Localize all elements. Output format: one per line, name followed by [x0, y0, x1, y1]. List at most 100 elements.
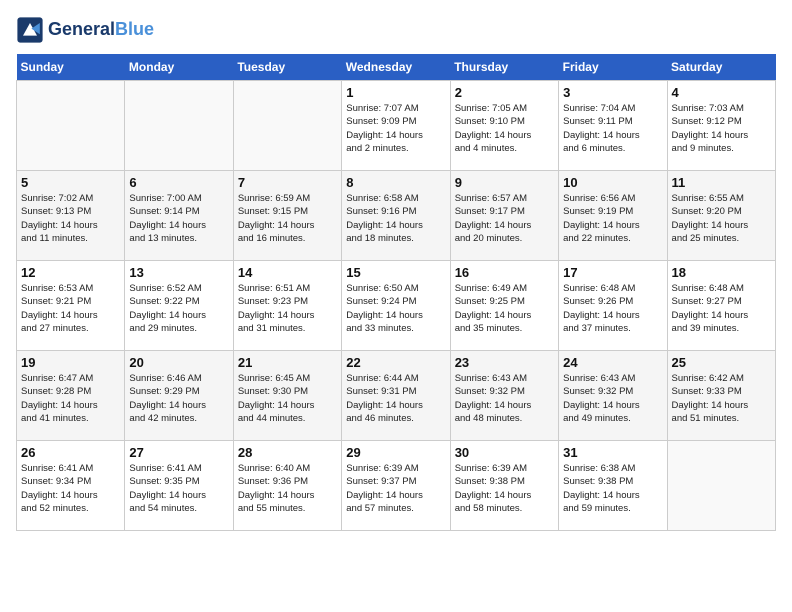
day-info: Sunrise: 6:42 AM Sunset: 9:33 PM Dayligh… — [672, 372, 771, 425]
day-header-thursday: Thursday — [450, 54, 558, 81]
day-info: Sunrise: 6:39 AM Sunset: 9:37 PM Dayligh… — [346, 462, 445, 515]
calendar-cell — [125, 81, 233, 171]
day-info: Sunrise: 6:56 AM Sunset: 9:19 PM Dayligh… — [563, 192, 662, 245]
day-number: 14 — [238, 265, 337, 280]
day-info: Sunrise: 6:39 AM Sunset: 9:38 PM Dayligh… — [455, 462, 554, 515]
day-number: 15 — [346, 265, 445, 280]
logo: GeneralBlue — [16, 16, 154, 44]
calendar-cell: 4 Sunrise: 7:03 AM Sunset: 9:12 PM Daylig… — [667, 81, 775, 171]
day-number: 8 — [346, 175, 445, 190]
calendar-cell: 9 Sunrise: 6:57 AM Sunset: 9:17 PM Daylig… — [450, 171, 558, 261]
day-info: Sunrise: 6:52 AM Sunset: 9:22 PM Dayligh… — [129, 282, 228, 335]
day-number: 2 — [455, 85, 554, 100]
day-number: 30 — [455, 445, 554, 460]
calendar-cell: 22Sunrise: 6:44 AM Sunset: 9:31 PM Dayli… — [342, 351, 450, 441]
day-header-sunday: Sunday — [17, 54, 125, 81]
calendar-cell — [233, 81, 341, 171]
day-number: 25 — [672, 355, 771, 370]
calendar-cell: 23 Sunrise: 6:43 AM Sunset: 9:32 PM Dayli… — [450, 351, 558, 441]
day-number: 6 — [129, 175, 228, 190]
calendar-cell: 8 Sunrise: 6:58 AM Sunset: 9:16 PM Daylig… — [342, 171, 450, 261]
calendar-week-2: 5 Sunrise: 7:02 AM Sunset: 9:13 PM Daylig… — [17, 171, 776, 261]
day-info: Sunrise: 6:41 AM Sunset: 9:35 PM Dayligh… — [129, 462, 228, 515]
calendar-cell: 10Sunrise: 6:56 AM Sunset: 9:19 PM Dayli… — [559, 171, 667, 261]
day-header-tuesday: Tuesday — [233, 54, 341, 81]
calendar-cell — [17, 81, 125, 171]
calendar-cell: 30 Sunrise: 6:39 AM Sunset: 9:38 PM Dayli… — [450, 441, 558, 531]
logo-icon — [16, 16, 44, 44]
calendar-cell: 27 Sunrise: 6:41 AM Sunset: 9:35 PM Dayli… — [125, 441, 233, 531]
day-info: Sunrise: 6:40 AM Sunset: 9:36 PM Dayligh… — [238, 462, 337, 515]
calendar-cell: 1Sunrise: 7:07 AM Sunset: 9:09 PM Daylig… — [342, 81, 450, 171]
calendar-cell: 11 Sunrise: 6:55 AM Sunset: 9:20 PM Dayli… — [667, 171, 775, 261]
day-number: 7 — [238, 175, 337, 190]
calendar-cell: 13 Sunrise: 6:52 AM Sunset: 9:22 PM Dayli… — [125, 261, 233, 351]
day-info: Sunrise: 6:49 AM Sunset: 9:25 PM Dayligh… — [455, 282, 554, 335]
day-number: 5 — [21, 175, 120, 190]
day-number: 31 — [563, 445, 662, 460]
calendar-cell: 15 Sunrise: 6:50 AM Sunset: 9:24 PM Dayli… — [342, 261, 450, 351]
day-info: Sunrise: 6:59 AM Sunset: 9:15 PM Dayligh… — [238, 192, 337, 245]
day-info: Sunrise: 6:48 AM Sunset: 9:26 PM Dayligh… — [563, 282, 662, 335]
day-header-saturday: Saturday — [667, 54, 775, 81]
day-info: Sunrise: 7:02 AM Sunset: 9:13 PM Dayligh… — [21, 192, 120, 245]
calendar-week-4: 19 Sunrise: 6:47 AM Sunset: 9:28 PM Dayli… — [17, 351, 776, 441]
day-number: 27 — [129, 445, 228, 460]
day-info: Sunrise: 6:51 AM Sunset: 9:23 PM Dayligh… — [238, 282, 337, 335]
day-info: Sunrise: 6:48 AM Sunset: 9:27 PM Dayligh… — [672, 282, 771, 335]
calendar-cell: 24Sunrise: 6:43 AM Sunset: 9:32 PM Dayli… — [559, 351, 667, 441]
calendar-cell: 31 Sunrise: 6:38 AM Sunset: 9:38 PM Dayli… — [559, 441, 667, 531]
day-info: Sunrise: 6:58 AM Sunset: 9:16 PM Dayligh… — [346, 192, 445, 245]
day-info: Sunrise: 6:38 AM Sunset: 9:38 PM Dayligh… — [563, 462, 662, 515]
day-number: 28 — [238, 445, 337, 460]
day-info: Sunrise: 6:57 AM Sunset: 9:17 PM Dayligh… — [455, 192, 554, 245]
calendar-week-1: 1Sunrise: 7:07 AM Sunset: 9:09 PM Daylig… — [17, 81, 776, 171]
calendar-cell: 6Sunrise: 7:00 AM Sunset: 9:14 PM Daylig… — [125, 171, 233, 261]
calendar-cell: 7 Sunrise: 6:59 AM Sunset: 9:15 PM Daylig… — [233, 171, 341, 261]
logo-text: GeneralBlue — [48, 20, 154, 40]
day-header-monday: Monday — [125, 54, 233, 81]
calendar-cell: 14 Sunrise: 6:51 AM Sunset: 9:23 PM Dayli… — [233, 261, 341, 351]
page-header: GeneralBlue — [16, 16, 776, 44]
day-number: 9 — [455, 175, 554, 190]
day-number: 20 — [129, 355, 228, 370]
day-number: 17 — [563, 265, 662, 280]
day-number: 19 — [21, 355, 120, 370]
day-info: Sunrise: 7:04 AM Sunset: 9:11 PM Dayligh… — [563, 102, 662, 155]
calendar-cell: 3Sunrise: 7:04 AM Sunset: 9:11 PM Daylig… — [559, 81, 667, 171]
calendar-header: SundayMondayTuesdayWednesdayThursdayFrid… — [17, 54, 776, 81]
day-number: 11 — [672, 175, 771, 190]
day-number: 23 — [455, 355, 554, 370]
day-info: Sunrise: 6:46 AM Sunset: 9:29 PM Dayligh… — [129, 372, 228, 425]
day-info: Sunrise: 7:03 AM Sunset: 9:12 PM Dayligh… — [672, 102, 771, 155]
calendar-cell: 2 Sunrise: 7:05 AM Sunset: 9:10 PM Daylig… — [450, 81, 558, 171]
calendar-table: SundayMondayTuesdayWednesdayThursdayFrid… — [16, 54, 776, 531]
calendar-cell: 20 Sunrise: 6:46 AM Sunset: 9:29 PM Dayli… — [125, 351, 233, 441]
day-number: 4 — [672, 85, 771, 100]
day-header-wednesday: Wednesday — [342, 54, 450, 81]
day-number: 13 — [129, 265, 228, 280]
day-info: Sunrise: 6:55 AM Sunset: 9:20 PM Dayligh… — [672, 192, 771, 245]
calendar-cell: 29 Sunrise: 6:39 AM Sunset: 9:37 PM Dayli… — [342, 441, 450, 531]
calendar-cell: 12 Sunrise: 6:53 AM Sunset: 9:21 PM Dayli… — [17, 261, 125, 351]
day-number: 21 — [238, 355, 337, 370]
day-info: Sunrise: 6:47 AM Sunset: 9:28 PM Dayligh… — [21, 372, 120, 425]
calendar-cell: 21 Sunrise: 6:45 AM Sunset: 9:30 PM Dayli… — [233, 351, 341, 441]
day-info: Sunrise: 6:43 AM Sunset: 9:32 PM Dayligh… — [455, 372, 554, 425]
day-number: 18 — [672, 265, 771, 280]
day-info: Sunrise: 6:50 AM Sunset: 9:24 PM Dayligh… — [346, 282, 445, 335]
calendar-cell: 16Sunrise: 6:49 AM Sunset: 9:25 PM Dayli… — [450, 261, 558, 351]
calendar-cell: 19 Sunrise: 6:47 AM Sunset: 9:28 PM Dayli… — [17, 351, 125, 441]
day-number: 26 — [21, 445, 120, 460]
day-info: Sunrise: 6:53 AM Sunset: 9:21 PM Dayligh… — [21, 282, 120, 335]
calendar-cell: 17 Sunrise: 6:48 AM Sunset: 9:26 PM Dayli… — [559, 261, 667, 351]
day-number: 24 — [563, 355, 662, 370]
day-info: Sunrise: 6:44 AM Sunset: 9:31 PM Dayligh… — [346, 372, 445, 425]
day-info: Sunrise: 6:45 AM Sunset: 9:30 PM Dayligh… — [238, 372, 337, 425]
day-number: 12 — [21, 265, 120, 280]
day-number: 1 — [346, 85, 445, 100]
calendar-cell: 18 Sunrise: 6:48 AM Sunset: 9:27 PM Dayli… — [667, 261, 775, 351]
calendar-week-5: 26Sunrise: 6:41 AM Sunset: 9:34 PM Dayli… — [17, 441, 776, 531]
day-number: 29 — [346, 445, 445, 460]
day-info: Sunrise: 7:05 AM Sunset: 9:10 PM Dayligh… — [455, 102, 554, 155]
